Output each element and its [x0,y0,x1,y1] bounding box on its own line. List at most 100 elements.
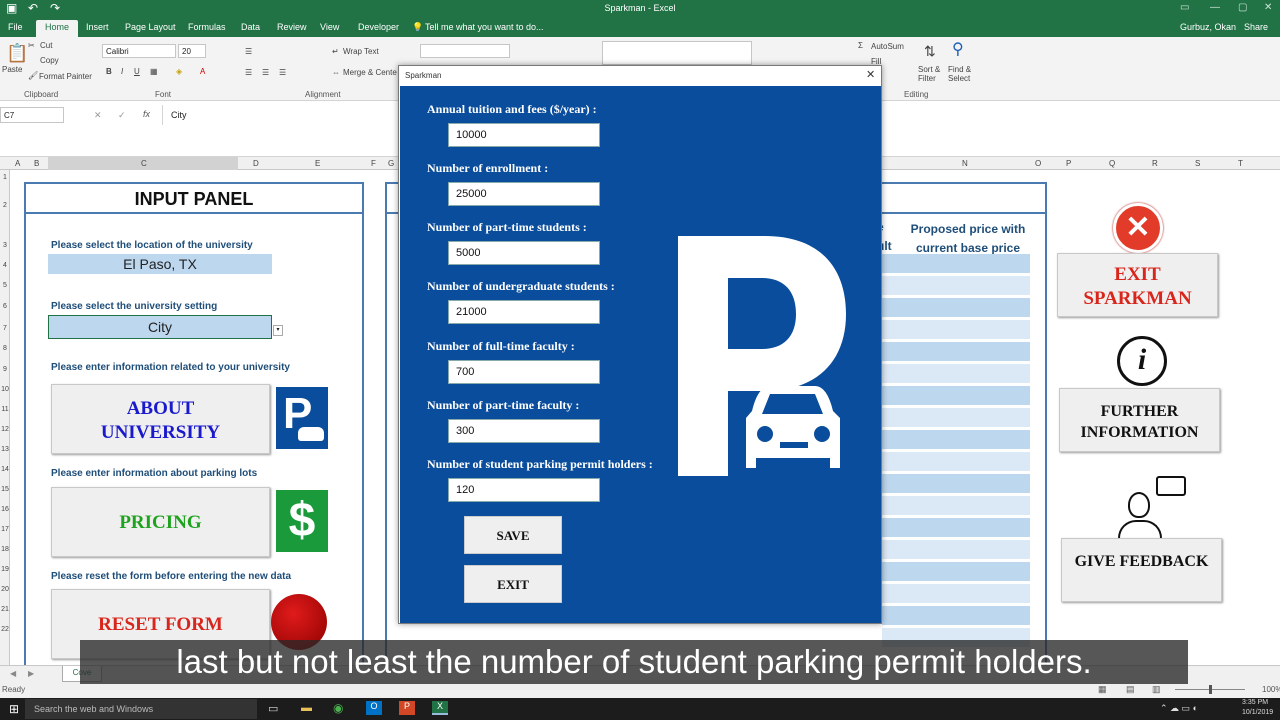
styles-gallery[interactable] [602,41,752,65]
further-information-button[interactable]: FURTHER INFORMATION [1059,388,1220,452]
exit-button[interactable]: EXIT [464,565,562,603]
merge-icon[interactable]: ⇔ [332,68,340,77]
row-header[interactable]: 15 [0,486,10,493]
exit-x-icon[interactable]: ✕ [1113,203,1163,253]
user-name[interactable]: Gurbuz, Okan [1180,22,1236,32]
paste-icon[interactable]: 📋 [6,43,28,64]
col-header[interactable]: S [1195,159,1200,168]
function-icon[interactable]: fx [143,109,150,119]
zoom-level[interactable]: 100% [1262,685,1280,694]
enter-icon[interactable]: ✓ [118,110,126,121]
wrap-text-button[interactable]: Wrap Text [343,47,379,56]
align-right-icon[interactable]: ☰ [279,68,286,77]
tuition-input[interactable]: 10000 [448,123,600,147]
col-header[interactable]: P [1066,159,1071,168]
zoom-thumb[interactable] [1209,685,1212,694]
col-header[interactable]: F [371,159,376,168]
windows-start-icon[interactable]: ⊞ [9,702,19,716]
font-name-select[interactable]: Calibri [102,44,176,58]
sort-filter-icon[interactable]: ⇅ [924,43,936,60]
dialog-close-icon[interactable]: ✕ [866,68,875,81]
tab-file[interactable]: File [8,22,23,32]
underline-icon[interactable]: U [134,67,140,76]
font-size-select[interactable]: 20 [178,44,206,58]
row-header[interactable]: 12 [0,426,10,433]
col-header[interactable]: B [34,159,39,168]
row-header[interactable]: 10 [0,386,10,393]
row-header[interactable]: 20 [0,586,10,593]
normal-view-icon[interactable]: ▦ [1098,684,1107,695]
tab-home[interactable]: Home [36,20,79,37]
tell-me-search[interactable]: Tell me what you want to do... [425,22,544,32]
tab-data[interactable]: Data [241,22,260,32]
border-icon[interactable]: ▦ [150,67,158,76]
cut-icon[interactable]: ✂ [28,41,35,50]
col-header[interactable]: N [962,159,968,168]
col-header[interactable]: R [1152,159,1158,168]
col-header[interactable]: G [388,159,394,168]
sort-filter-button[interactable]: Sort & Filter [918,65,948,83]
tab-review[interactable]: Review [277,22,307,32]
tray-icons[interactable]: ⌃ ☁ ▭ ◐ [1160,703,1198,714]
row-header[interactable]: 4 [0,262,10,269]
info-icon[interactable]: i [1117,336,1167,386]
find-select-button[interactable]: Find & Select [948,65,978,83]
enrollment-input[interactable]: 25000 [448,182,600,206]
row-header[interactable]: 18 [0,546,10,553]
row-header[interactable]: 9 [0,366,10,373]
bold-icon[interactable]: B [106,67,112,76]
ribbon-options-icon[interactable]: ▭ [1180,2,1189,13]
row-header[interactable]: 22 [0,626,10,633]
paste-button[interactable]: Paste [2,65,22,74]
save-button[interactable]: SAVE [464,516,562,554]
align-top-icon[interactable]: ☰ [245,47,252,56]
setting-select[interactable]: City [48,315,272,339]
copy-button[interactable]: Copy [40,56,59,65]
autosum-button[interactable]: AutoSum [871,42,904,51]
parking-icon[interactable]: P [276,387,328,449]
feedback-person-icon[interactable] [1118,476,1188,540]
wrap-text-icon[interactable]: ↵ [332,47,339,56]
col-header[interactable]: C [141,159,147,168]
minimize-icon[interactable]: — [1210,2,1220,13]
dropdown-arrow-icon[interactable]: ▾ [273,325,283,336]
find-icon[interactable]: ⚲ [952,39,964,59]
outlook-icon[interactable]: O [366,701,382,715]
part-time-faculty-input[interactable]: 300 [448,419,600,443]
file-explorer-icon[interactable]: ▬ [301,702,312,714]
col-header[interactable]: D [253,159,259,168]
row-header[interactable]: 14 [0,466,10,473]
font-color-icon[interactable]: A [200,67,205,76]
fill-color-icon[interactable]: ◈ [176,67,182,76]
row-header[interactable]: 6 [0,303,10,310]
col-header[interactable]: A [15,159,20,168]
brush-icon[interactable]: 🖌 [28,71,38,80]
undergraduate-input[interactable]: 21000 [448,300,600,324]
align-left-icon[interactable]: ☰ [245,68,252,77]
row-header[interactable]: 19 [0,566,10,573]
task-view-icon[interactable]: ▭ [268,702,278,715]
about-university-button[interactable]: ABOUT UNIVERSITY [51,384,270,454]
full-time-faculty-input[interactable]: 700 [448,360,600,384]
row-header[interactable]: 3 [0,242,10,249]
row-header[interactable]: 21 [0,606,10,613]
col-header[interactable]: E [315,159,320,168]
share-button[interactable]: Share [1244,22,1268,32]
scroll-left-icon[interactable]: ◀ [10,669,16,678]
tab-page-layout[interactable]: Page Layout [125,22,176,32]
cut-button[interactable]: Cut [40,41,52,50]
col-header[interactable]: O [1035,159,1041,168]
exit-sparkman-button[interactable]: EXIT SPARKMAN [1057,253,1218,317]
row-header[interactable]: 16 [0,506,10,513]
number-format-select[interactable] [420,44,510,58]
autosum-icon[interactable]: Σ [858,41,863,50]
merge-button[interactable]: Merge & Cente [343,68,397,77]
col-header[interactable]: T [1238,159,1243,168]
chrome-icon[interactable]: ◉ [333,701,343,715]
row-header[interactable]: 5 [0,282,10,289]
give-feedback-button[interactable]: GIVE FEEDBACK [1061,538,1222,602]
maximize-icon[interactable]: ▢ [1238,2,1247,13]
row-header[interactable]: 13 [0,446,10,453]
col-header[interactable]: Q [1109,159,1115,168]
dollar-icon[interactable]: $ [276,490,328,552]
